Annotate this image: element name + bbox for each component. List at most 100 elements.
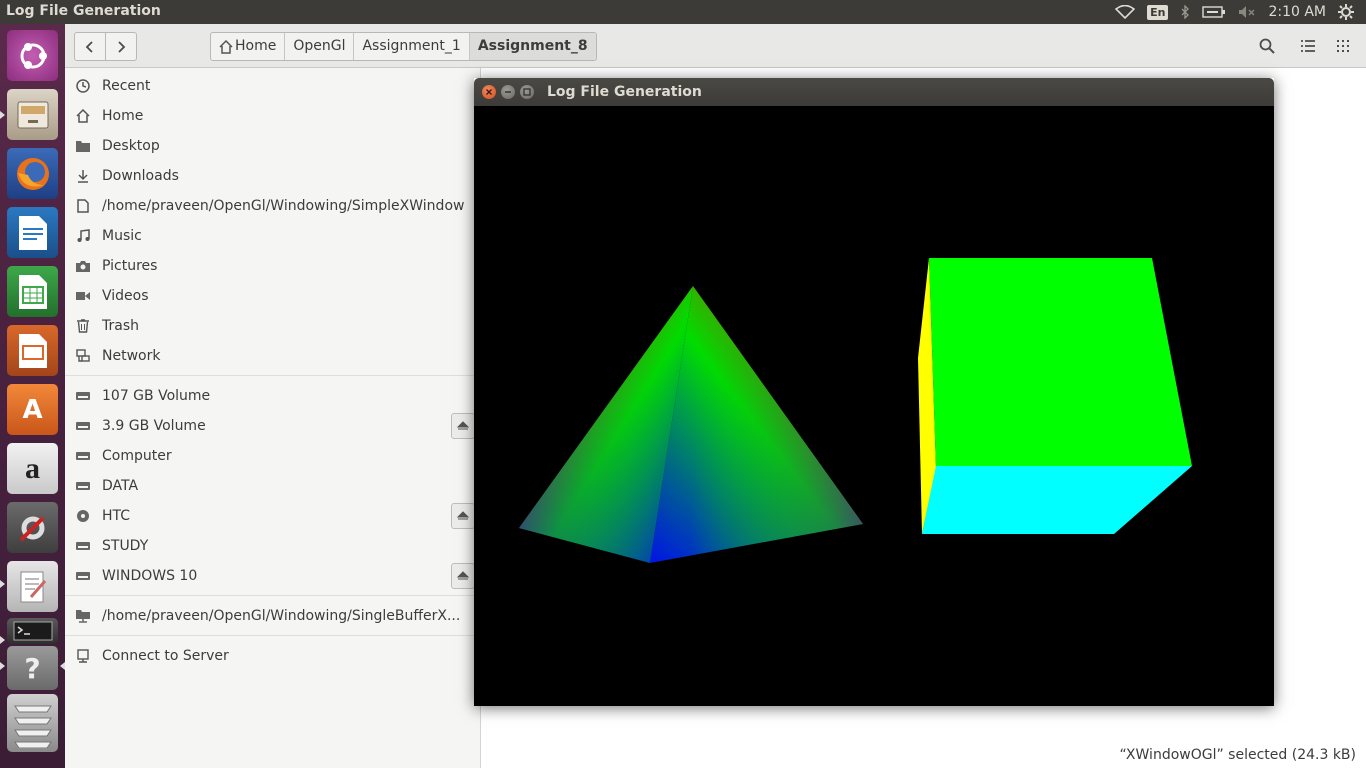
sidebar-item-downloads[interactable]: Downloads	[65, 161, 480, 191]
sidebar-item-windows-10[interactable]: WINDOWS 10	[65, 561, 480, 591]
sidebar-item-music[interactable]: Music	[65, 221, 480, 251]
drive-icon	[76, 449, 90, 463]
music-icon	[76, 229, 90, 243]
help-icon[interactable]: ?	[7, 646, 58, 690]
sidebar-item-videos[interactable]: Videos	[65, 281, 480, 311]
grid-view-button[interactable]	[1328, 32, 1358, 59]
folder-icon	[76, 139, 90, 153]
sidebar-item-label: Connect to Server	[102, 648, 229, 664]
sidebar-item-home-praveen-opengl-windowing-singlebufferx[interactable]: /home/praveen/OpenGl/Windowing/SingleBuf…	[65, 601, 480, 631]
sidebar-item-desktop[interactable]: Desktop	[65, 131, 480, 161]
sidebar-item-label: Videos	[102, 288, 149, 304]
volume-muted-icon[interactable]	[1238, 5, 1256, 19]
terminal-icon[interactable]	[7, 618, 58, 644]
sidebar-item-home[interactable]: Home	[65, 101, 480, 131]
keyboard-layout[interactable]: En	[1147, 4, 1169, 20]
forward-button[interactable]	[105, 32, 137, 61]
libreoffice-impress-icon[interactable]	[7, 325, 58, 376]
sidebar-item-label: Recent	[102, 78, 151, 94]
chevron-left-icon	[85, 40, 93, 53]
sidebar-item-label: Network	[102, 348, 161, 364]
sidebar-item-label: /home/praveen/OpenGl/Windowing/SingleBuf…	[102, 608, 461, 624]
files-headerbar: Home OpenGl Assignment_1 Assignment_8	[65, 24, 1366, 68]
eject-button[interactable]	[451, 503, 475, 529]
clock[interactable]: 2:10 AM	[1268, 4, 1326, 20]
search-icon	[1259, 38, 1275, 54]
eject-button[interactable]	[451, 413, 475, 439]
sidebar-item-label: Pictures	[102, 258, 158, 274]
minimize-button[interactable]	[501, 85, 515, 99]
session-gear-icon[interactable]	[1338, 4, 1354, 20]
sidebar-item-network[interactable]: Network	[65, 341, 480, 371]
top-panel: Log File Generation En 2:10 AM	[0, 0, 1366, 24]
crumb-assignment-8[interactable]: Assignment_8	[469, 33, 596, 60]
system-settings-icon[interactable]	[7, 502, 58, 553]
close-button[interactable]	[482, 85, 496, 99]
active-window-title: Log File Generation	[6, 3, 161, 19]
sidebar-item-label: Computer	[102, 448, 172, 464]
sidebar-item-recent[interactable]: Recent	[65, 71, 480, 101]
crumb-assignment-1[interactable]: Assignment_1	[354, 33, 470, 60]
pathbar: Home OpenGl Assignment_1 Assignment_8	[210, 32, 597, 61]
launcher: A a ?	[0, 24, 65, 768]
opengl-canvas[interactable]	[474, 106, 1274, 706]
list-view-icon	[1301, 39, 1315, 52]
text-editor-icon[interactable]	[7, 561, 58, 612]
status-label: “XWindowOGl” selected (24.3 kB)	[1119, 747, 1357, 763]
files-app-icon[interactable]	[7, 89, 58, 140]
maximize-button[interactable]	[520, 85, 534, 99]
maximize-icon	[523, 88, 531, 96]
crumb-opengl[interactable]: OpenGl	[285, 33, 355, 60]
file-icon	[76, 199, 90, 213]
close-icon	[486, 89, 492, 95]
sidebar-separator	[65, 595, 480, 596]
drive-icon	[76, 419, 90, 433]
running-indicator	[0, 636, 5, 644]
sidebar-item-label: Desktop	[102, 138, 160, 154]
running-indicator	[0, 662, 5, 670]
sidebar-item-data[interactable]: DATA	[65, 471, 480, 501]
sidebar-item-label: Trash	[102, 318, 139, 334]
sidebar-item-htc[interactable]: HTC	[65, 501, 480, 531]
network-icon	[76, 349, 90, 363]
libreoffice-calc-icon[interactable]	[7, 266, 58, 317]
sidebar-item-study[interactable]: STUDY	[65, 531, 480, 561]
folder-remote-icon	[76, 609, 90, 623]
battery-icon[interactable]	[1202, 6, 1226, 18]
sidebar-item-label: HTC	[102, 508, 131, 524]
firefox-icon[interactable]	[7, 148, 58, 199]
sidebar-item-connect-to-server[interactable]: Connect to Server	[65, 641, 480, 671]
workspace-switcher-icon[interactable]	[7, 694, 58, 752]
camera-icon	[76, 259, 90, 273]
software-center-icon[interactable]: A	[7, 384, 58, 435]
sidebar-item-label: DATA	[102, 478, 139, 494]
pyramid	[519, 286, 863, 563]
cube-front-face	[929, 258, 1192, 468]
wifi-icon[interactable]	[1115, 5, 1136, 19]
eject-button[interactable]	[451, 563, 475, 589]
amazon-icon[interactable]: a	[7, 443, 58, 494]
bluetooth-icon[interactable]	[1180, 5, 1190, 19]
cube	[918, 258, 1192, 534]
drive-icon	[76, 389, 90, 403]
libreoffice-writer-icon[interactable]	[7, 207, 58, 258]
sidebar-item-107-gb-volume[interactable]: 107 GB Volume	[65, 381, 480, 411]
home-icon	[219, 39, 233, 54]
sidebar-item-trash[interactable]: Trash	[65, 311, 480, 341]
running-indicator	[0, 111, 5, 119]
list-view-button[interactable]	[1293, 32, 1323, 59]
clock-icon	[76, 79, 90, 93]
sidebar-item-3-9-gb-volume[interactable]: 3.9 GB Volume	[65, 411, 480, 441]
ubuntu-dash-icon[interactable]	[7, 30, 58, 81]
sidebar-item-home-praveen-opengl-windowing-simplexwindow[interactable]: /home/praveen/OpenGl/Windowing/SimpleXWi…	[65, 191, 480, 221]
sidebar-item-label: 3.9 GB Volume	[102, 418, 206, 434]
system-tray: En 2:10 AM	[1115, 0, 1366, 24]
grid-view-icon	[1337, 39, 1349, 52]
opengl-window-titlebar[interactable]: Log File Generation	[474, 78, 1274, 106]
search-button[interactable]	[1252, 32, 1282, 59]
back-button[interactable]	[74, 32, 106, 61]
opengl-window[interactable]: Log File Generation	[474, 78, 1274, 706]
sidebar-item-computer[interactable]: Computer	[65, 441, 480, 471]
sidebar-item-pictures[interactable]: Pictures	[65, 251, 480, 281]
crumb-home[interactable]: Home	[211, 33, 286, 60]
